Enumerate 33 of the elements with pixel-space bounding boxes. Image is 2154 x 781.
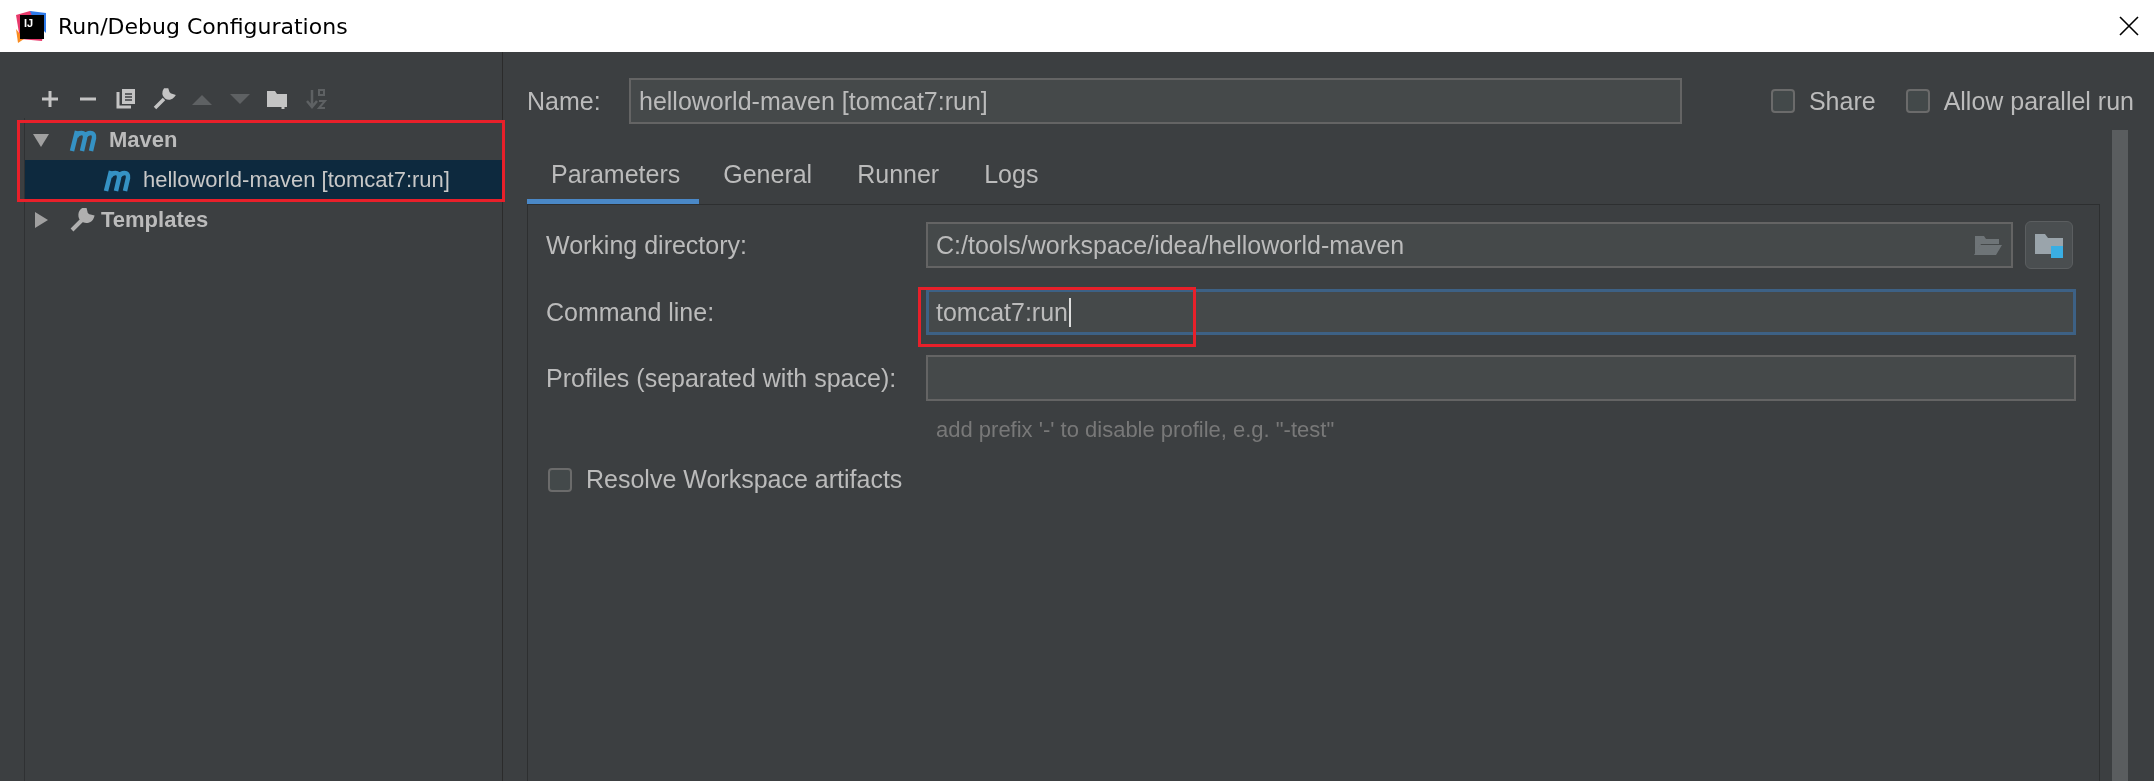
collapsed-arrow-icon[interactable] (33, 212, 49, 228)
scrollbar[interactable] (2112, 130, 2128, 781)
checkbox-label[interactable]: Resolve Workspace artifacts (586, 465, 903, 494)
tab[interactable]: Logs (960, 146, 1060, 204)
wrench-icon[interactable] (152, 87, 176, 111)
window-title: Run/Debug Configurations (58, 13, 349, 39)
name-label: Name: (527, 86, 602, 116)
tab[interactable]: General (699, 146, 834, 204)
tree-item[interactable]: Maven (25, 120, 502, 160)
field-label: Working directory: (546, 230, 748, 260)
hint-text: add prefix '-' to disable profile, e.g. "-test" (936, 417, 1335, 443)
input-field[interactable] (926, 355, 2076, 401)
tab[interactable]: Runner (833, 146, 961, 204)
browse-button[interactable] (2025, 221, 2073, 269)
copy-icon[interactable] (114, 87, 138, 111)
checkbox[interactable] (1770, 89, 1795, 113)
checkbox-label[interactable]: Share (1808, 86, 1876, 116)
close-icon[interactable] (2118, 15, 2140, 37)
checkbox[interactable] (1905, 89, 1930, 113)
tree-item[interactable]: Templates (25, 200, 502, 240)
app-logo: IJ (14, 9, 48, 43)
tab[interactable]: Parameters (527, 146, 700, 204)
input-field[interactable]: C:/tools/workspace/idea/helloworld-maven (926, 222, 2013, 268)
folder-icon (1973, 233, 2003, 257)
field-label: Profiles (separated with space): (546, 363, 898, 393)
field-label: Command line: (546, 297, 716, 327)
name-field[interactable]: helloworld-maven [tomcat7:run] (629, 78, 1682, 124)
expanded-arrow-icon[interactable] (33, 132, 49, 148)
wrench-icon (69, 207, 95, 233)
input-field[interactable]: tomcat7:run (926, 289, 2076, 335)
checkbox-label[interactable]: Allow parallel run (1943, 86, 2134, 116)
tree-item[interactable]: helloworld-maven [tomcat7:run] (25, 160, 502, 200)
checkbox[interactable] (548, 467, 572, 492)
